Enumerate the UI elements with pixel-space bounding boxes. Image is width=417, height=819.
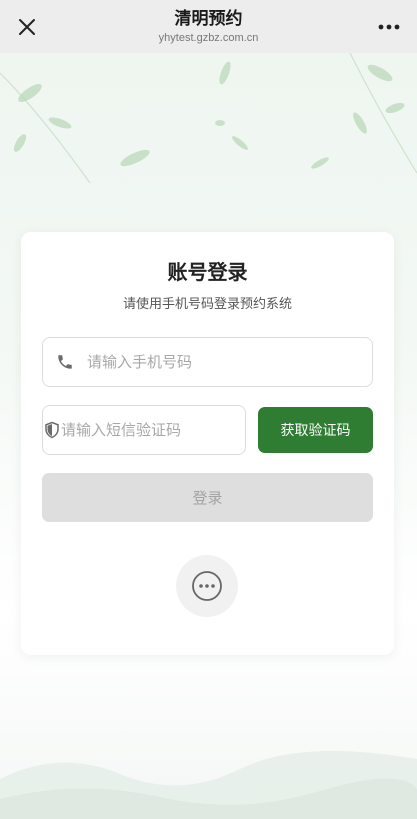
login-card: 账号登录 请使用手机号码登录预约系统 获取验证码 登录 bbox=[21, 232, 394, 655]
get-code-button[interactable]: 获取验证码 bbox=[258, 407, 373, 453]
more-icon bbox=[378, 24, 400, 30]
background-leaves bbox=[0, 53, 417, 184]
phone-icon bbox=[43, 353, 87, 371]
code-field[interactable] bbox=[42, 405, 255, 455]
login-subtitle: 请使用手机号码登录预约系统 bbox=[122, 297, 292, 312]
close-button[interactable] bbox=[14, 14, 40, 40]
more-options-icon bbox=[192, 571, 222, 601]
more-button[interactable] bbox=[375, 16, 403, 38]
page-title: 清明预约 bbox=[174, 8, 243, 29]
top-bar: 清明预约 yhytest.gzbz.com.cn bbox=[0, 0, 417, 53]
login-button[interactable]: 登录 bbox=[42, 473, 373, 522]
title-block: 清明预约 yhytest.gzbz.com.cn bbox=[159, 8, 259, 46]
page-url: yhytest.gzbz.com.cn bbox=[158, 31, 259, 44]
code-input[interactable] bbox=[61, 406, 255, 454]
phone-input[interactable] bbox=[87, 338, 372, 386]
phone-field[interactable] bbox=[42, 337, 373, 387]
shield-icon bbox=[43, 421, 61, 439]
other-login-button[interactable] bbox=[176, 555, 238, 617]
login-title: 账号登录 bbox=[167, 260, 248, 284]
close-icon bbox=[19, 19, 35, 35]
background-mountains bbox=[0, 751, 417, 819]
page: 清明预约 yhytest.gzbz.com.cn 账号登录 请使用手机号码登录预… bbox=[0, 0, 417, 819]
